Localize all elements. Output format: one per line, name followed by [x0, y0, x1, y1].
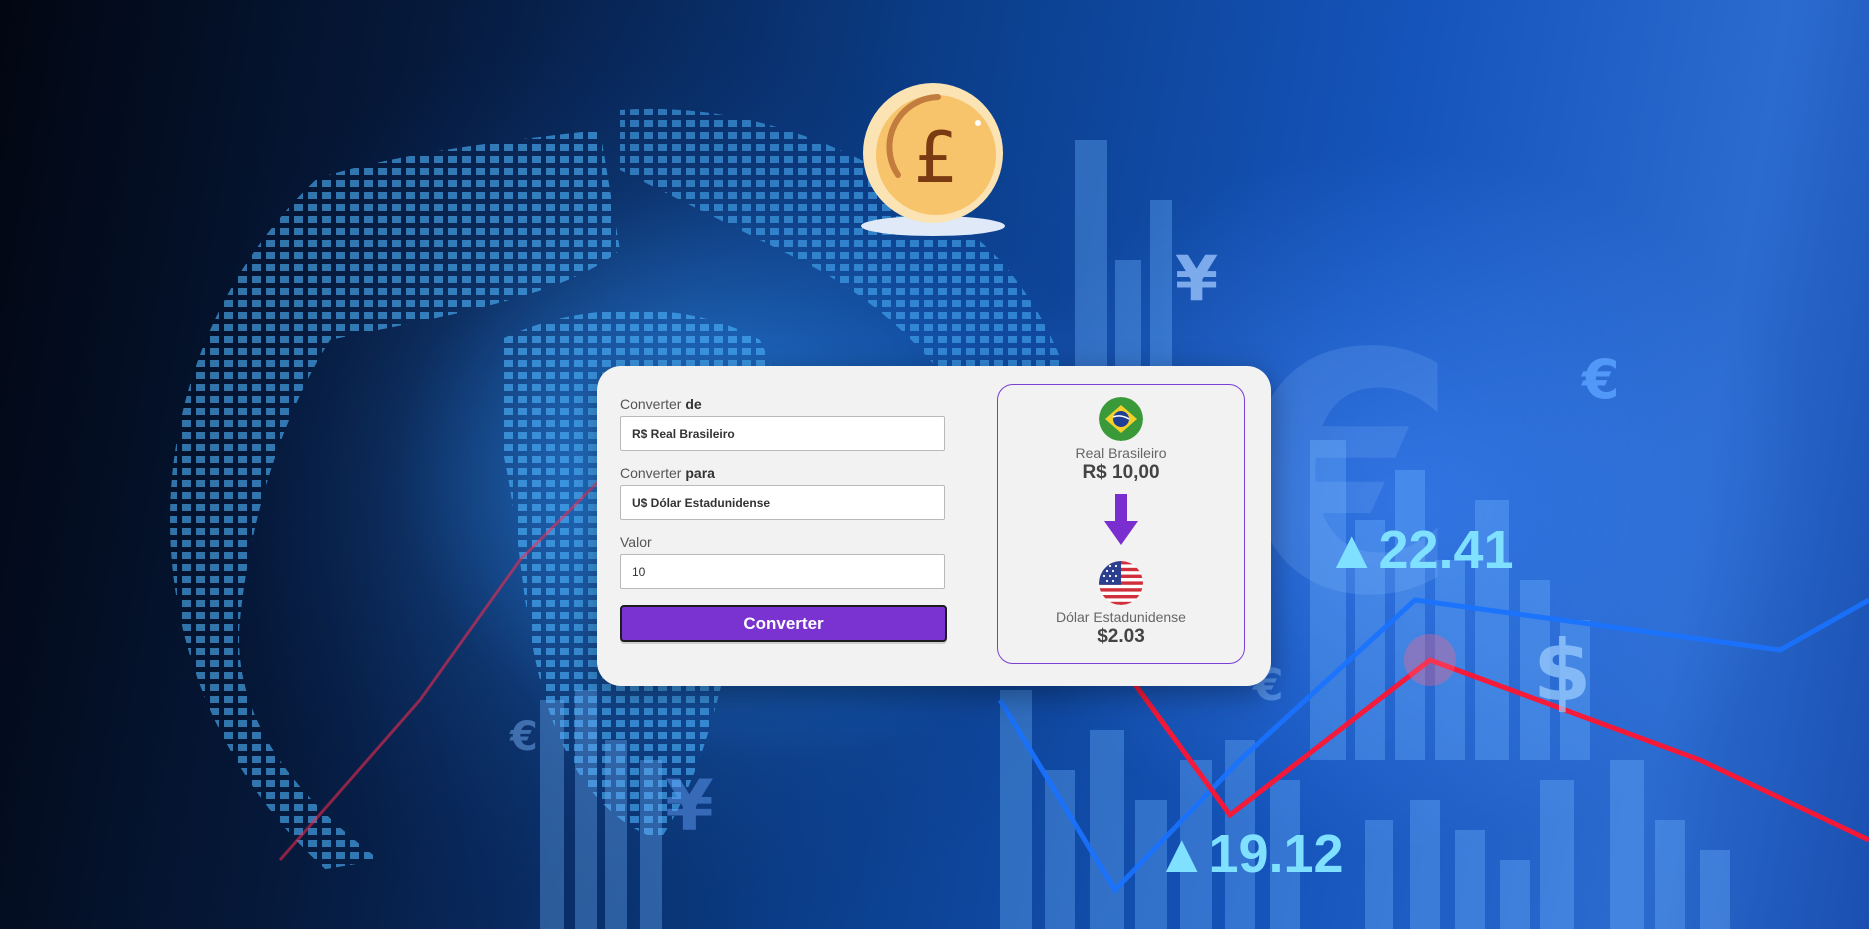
from-label-prefix: Converter	[620, 396, 682, 412]
ticker-bottom: ▲19.12	[1155, 824, 1344, 884]
converter-card: Converter de R$ Real Brasileiro Converte…	[597, 366, 1271, 686]
to-currency-select[interactable]: U$ Dólar Estadunidense	[620, 485, 945, 520]
yen-bottom-symbol-icon: ¥	[665, 765, 714, 847]
converter-form: Converter de R$ Real Brasileiro Converte…	[620, 396, 947, 642]
to-currency-amount: $2.03	[1097, 626, 1145, 647]
yen-symbol-icon: ¥	[1175, 242, 1218, 315]
to-label-prefix: Converter	[620, 465, 682, 481]
usa-flag-icon	[1099, 561, 1143, 605]
to-currency-label: Converter para	[620, 465, 947, 482]
amount-input[interactable]: 10	[620, 554, 945, 589]
from-label-bold: de	[685, 396, 702, 412]
amount-label: Valor	[620, 534, 652, 550]
amount-value: 10	[632, 564, 646, 579]
from-currency-select[interactable]: R$ Real Brasileiro	[620, 416, 945, 451]
arrow-down-icon	[1104, 494, 1138, 545]
from-currency-name: Real Brasileiro	[1075, 445, 1167, 461]
from-currency-amount: R$ 10,00	[1082, 462, 1160, 483]
from-currency-value: R$ Real Brasileiro	[632, 426, 735, 441]
convert-button[interactable]: Converter	[620, 605, 947, 642]
conversion-result-panel: Real Brasileiro R$ 10,00 Dólar Estadunid…	[997, 384, 1245, 664]
to-currency-name: Dólar Estadunidense	[1056, 609, 1186, 625]
svg-text:£: £	[914, 117, 959, 199]
dollar-symbol-icon: $	[1533, 622, 1591, 720]
pound-coin-logo: £	[861, 83, 1005, 236]
euro-symbol-icon: €	[1580, 348, 1620, 411]
from-currency-label: Converter de	[620, 396, 947, 413]
to-currency-value: U$ Dólar Estadunidense	[632, 495, 771, 510]
brazil-flag-icon	[1099, 397, 1143, 441]
ticker-top: ▲22.41	[1325, 520, 1514, 580]
app-background: € ¥ € $ € € ¥ ▲22.41 ▲19.12 £ Converter …	[0, 0, 1869, 929]
euro-left-symbol-icon: €	[509, 714, 538, 760]
to-label-bold: para	[685, 465, 715, 481]
